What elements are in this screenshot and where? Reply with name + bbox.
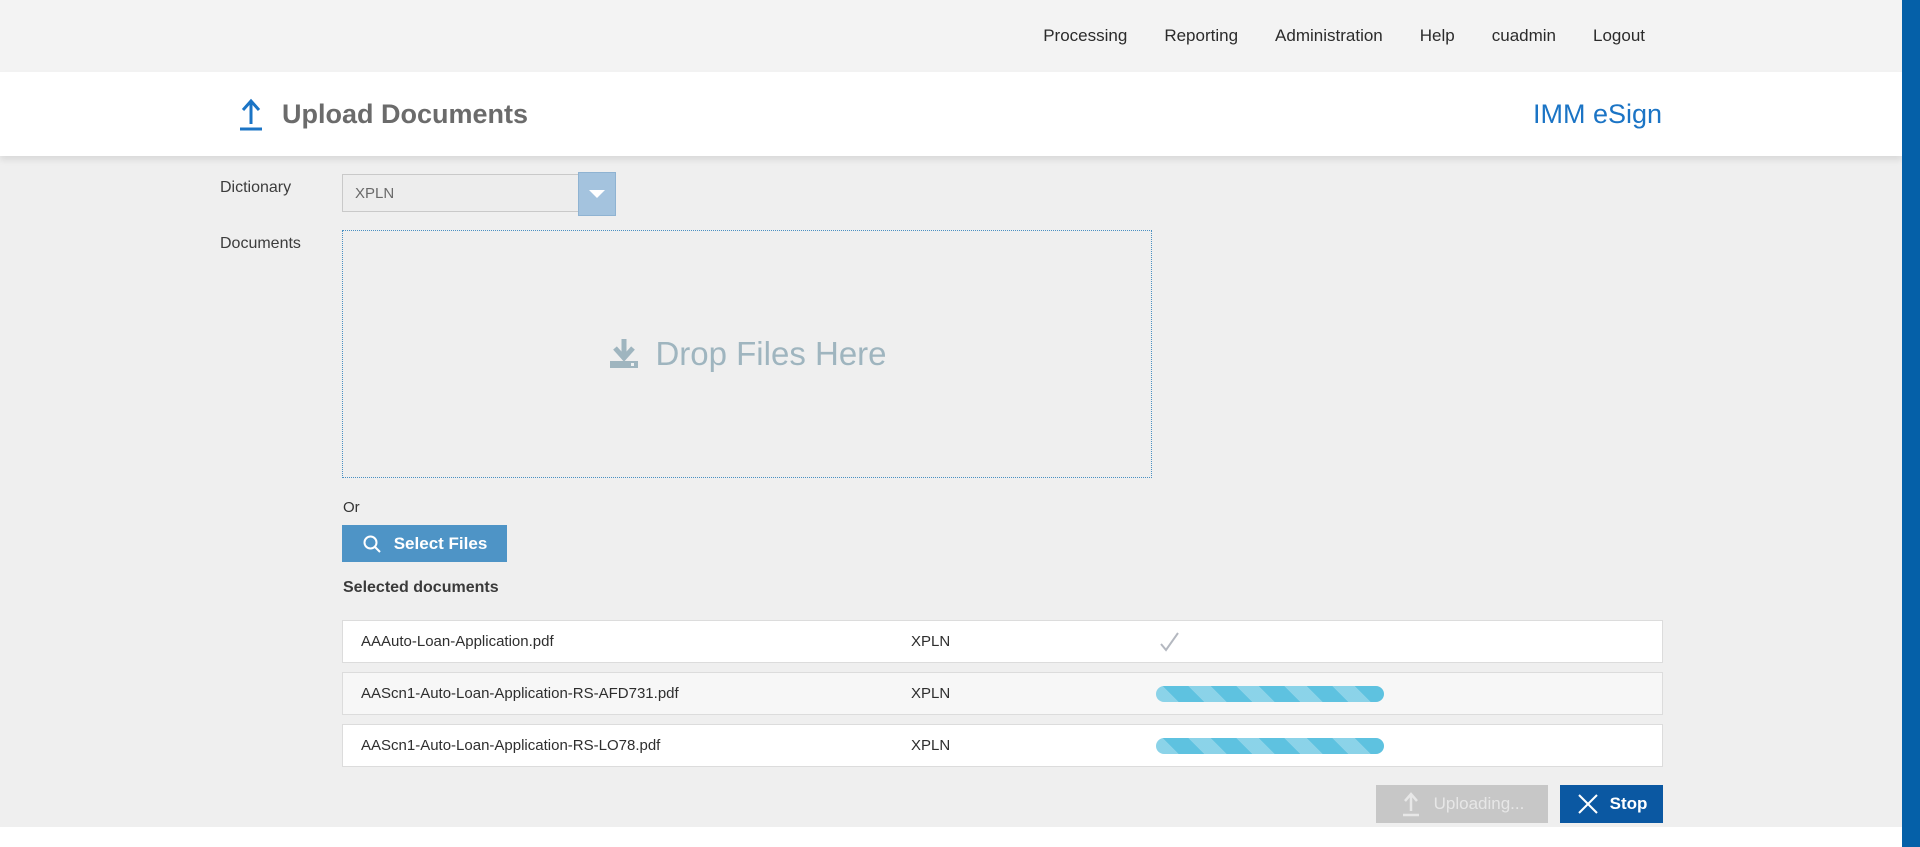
close-icon: [1576, 792, 1600, 816]
document-status: [1156, 737, 1384, 754]
file-dropzone[interactable]: Drop Files Here: [342, 230, 1152, 478]
nav-item-administration[interactable]: Administration: [1275, 26, 1383, 46]
check-icon: [1156, 629, 1182, 655]
download-icon: [607, 337, 641, 371]
page: Processing Reporting Administration Help…: [0, 0, 1920, 847]
upload-icon: [236, 96, 266, 132]
document-dictionary: XPLN: [911, 633, 951, 650]
select-files-button[interactable]: Select Files: [342, 525, 507, 562]
upload-progress-bar: [1156, 685, 1384, 702]
document-row: AAScn1-Auto-Loan-Application-RS-AFD731.p…: [342, 672, 1663, 715]
page-header: Upload Documents IMM eSign: [0, 72, 1902, 156]
dictionary-select[interactable]: XPLN: [342, 172, 616, 216]
uploading-label: Uploading...: [1433, 794, 1525, 813]
document-dictionary: XPLN: [911, 685, 951, 702]
stop-label: Stop: [1609, 794, 1648, 813]
nav-item-help[interactable]: Help: [1420, 26, 1455, 46]
select-files-label: Select Files: [393, 533, 488, 553]
uploading-button[interactable]: Uploading...: [1376, 785, 1548, 823]
nav-item-reporting[interactable]: Reporting: [1164, 26, 1238, 46]
page-title: Upload Documents: [282, 98, 529, 129]
vertical-scrollbar[interactable]: [1902, 0, 1920, 847]
document-filename: AAScn1-Auto-Loan-Application-RS-LO78.pdf: [361, 737, 661, 754]
search-icon: [362, 534, 382, 554]
nav-item-logout[interactable]: Logout: [1593, 26, 1645, 46]
document-status: [1156, 629, 1182, 655]
stop-button[interactable]: Stop: [1560, 785, 1663, 823]
document-row: AAAuto-Loan-Application.pdf XPLN: [342, 620, 1663, 663]
dictionary-label: Dictionary: [220, 179, 292, 196]
document-status: [1156, 685, 1384, 702]
document-filename: AAAuto-Loan-Application.pdf: [361, 633, 554, 650]
nav-item-processing[interactable]: Processing: [1043, 26, 1127, 46]
document-filename: AAScn1-Auto-Loan-Application-RS-AFD731.p…: [361, 685, 679, 702]
or-label: Or: [343, 499, 360, 516]
upload-progress-bar: [1156, 737, 1384, 754]
bottom-strip: [0, 827, 1902, 847]
documents-label: Documents: [220, 235, 301, 252]
top-nav: Processing Reporting Administration Help…: [0, 0, 1902, 72]
dictionary-selected-value: XPLN: [355, 184, 395, 202]
brand-logo: IMM eSign: [1532, 98, 1662, 129]
selected-documents-heading: Selected documents: [343, 579, 499, 596]
nav-item-cuadmin[interactable]: cuadmin: [1492, 26, 1556, 46]
document-dictionary: XPLN: [911, 737, 951, 754]
upload-icon: [1400, 791, 1422, 817]
dropzone-text: Drop Files Here: [655, 335, 887, 372]
document-row: AAScn1-Auto-Loan-Application-RS-LO78.pdf…: [342, 724, 1663, 767]
chevron-down-icon[interactable]: [578, 172, 616, 216]
